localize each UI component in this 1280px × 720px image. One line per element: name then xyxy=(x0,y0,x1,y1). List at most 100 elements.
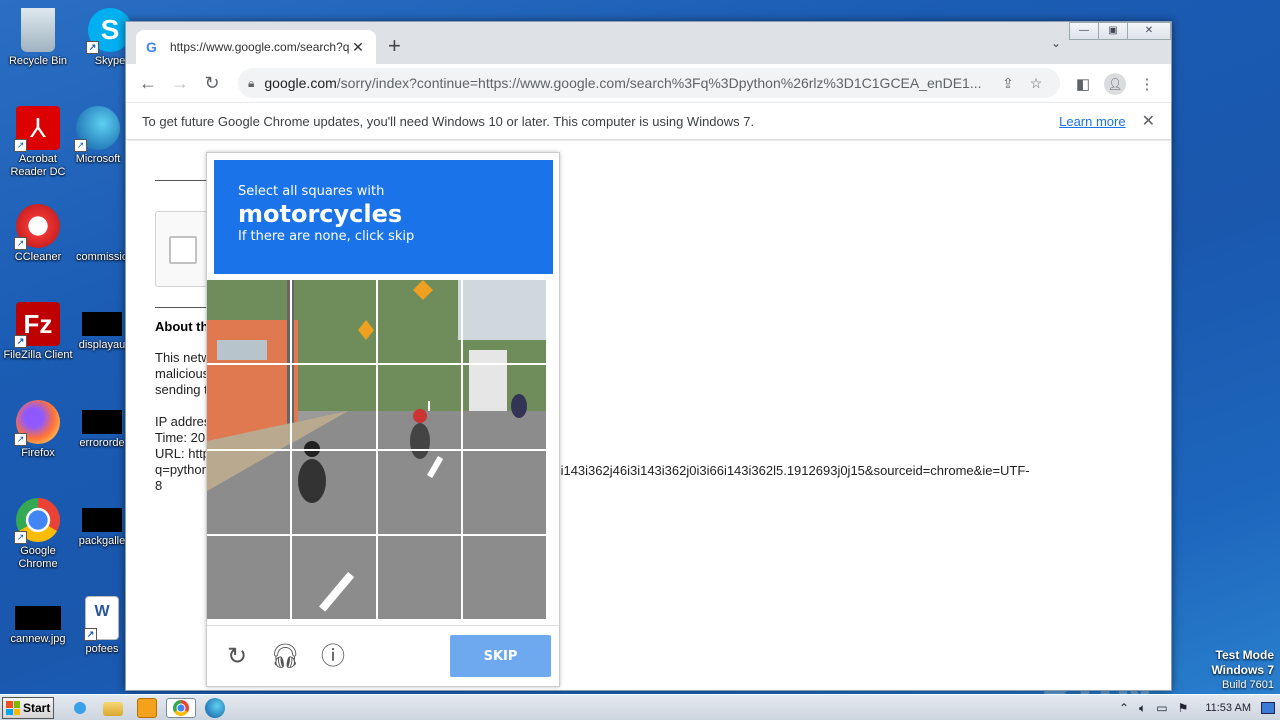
captcha-hint: If there are none, click skip xyxy=(238,229,415,244)
url-path: /sorry/index?continue=https://www.google… xyxy=(336,75,982,91)
desktop-icon-label: Google Chrome xyxy=(18,545,58,570)
info-icon[interactable]: ⓘ xyxy=(318,642,348,672)
desktop-icon-label: Microsoft xyxy=(75,153,121,165)
network-icon[interactable]: ▭ xyxy=(1156,701,1167,715)
address-bar[interactable]: 🔒︎ google.com/sorry/index?continue=https… xyxy=(238,68,1060,98)
ip-line: IP addres xyxy=(155,414,211,429)
query-line: q=python xyxy=(155,462,209,477)
url-text[interactable]: google.com/sorry/index?continue=https://… xyxy=(264,75,994,91)
captcha-tile[interactable] xyxy=(462,280,546,364)
filezilla-icon: Fz ↗ xyxy=(14,302,60,348)
captcha-tile[interactable] xyxy=(207,365,291,449)
chrome-taskbar-icon[interactable] xyxy=(166,698,196,718)
blank-file-icon xyxy=(82,410,122,434)
maximize-button[interactable]: ▣ xyxy=(1098,22,1128,40)
captcha-tile[interactable] xyxy=(462,365,546,449)
side-panel-icon[interactable]: ◧ xyxy=(1067,68,1099,100)
captcha-tile[interactable] xyxy=(292,280,376,364)
desktop-icon-label: packgalle xyxy=(78,535,126,547)
forward-button[interactable]: → xyxy=(164,67,196,99)
captcha-tile[interactable] xyxy=(292,535,376,619)
build-label: Build 7601 xyxy=(1222,679,1274,691)
desktop-icon-label: FileZilla Client xyxy=(3,349,73,361)
system-tray: ⌃ 🔈︎ ▭ ⚑ 11:53 AM xyxy=(1114,695,1280,720)
tab-strip: G https://www.google.com/search?q= ✕ + ⌄… xyxy=(126,22,1171,64)
captcha-tile[interactable] xyxy=(377,280,461,364)
minimize-button[interactable]: — xyxy=(1069,22,1099,40)
skip-button[interactable]: SKIP xyxy=(450,635,551,677)
captcha-tile[interactable] xyxy=(377,535,461,619)
document-icon xyxy=(80,204,124,248)
captcha-tile[interactable] xyxy=(207,535,291,619)
captcha-tile[interactable] xyxy=(462,535,546,619)
desktop-icon-label: Recycle Bin xyxy=(8,55,68,67)
captcha-tile[interactable] xyxy=(377,365,461,449)
start-button[interactable]: Start xyxy=(2,697,54,719)
edge-taskbar-icon[interactable] xyxy=(205,698,225,718)
desktop-icon-label: Skype xyxy=(94,55,126,67)
image-file-icon xyxy=(15,606,61,630)
captcha-footer: ↻ 🎧︎ ⓘ SKIP xyxy=(207,625,559,687)
desktop-icon-label: cannew.jpg xyxy=(10,633,66,645)
desktop-icon-recycle-bin[interactable]: Recycle Bin xyxy=(0,8,76,68)
reload-challenge-icon[interactable]: ↻ xyxy=(222,642,252,672)
para-line: sending t xyxy=(155,382,208,397)
close-window-button[interactable]: ✕ xyxy=(1127,22,1171,40)
toolbar: ← → ↻ 🔒︎ google.com/sorry/index?continue… xyxy=(126,64,1171,102)
desktop-icon-label: CCleaner xyxy=(14,251,62,263)
tab-search-dropdown-icon[interactable]: ⌄ xyxy=(1051,36,1061,50)
start-label: Start xyxy=(23,701,51,715)
captcha-instruction: Select all squares with xyxy=(238,184,385,199)
captcha-tile[interactable] xyxy=(292,450,376,534)
desktop-icon-label: pofees xyxy=(85,643,119,655)
desktop-icon-label: errororde xyxy=(79,437,125,449)
profile-button[interactable]: 👤︎ xyxy=(1099,68,1131,100)
time-line: Time: 20 xyxy=(155,430,206,445)
captcha-image-grid xyxy=(207,280,546,619)
para-line: malicious xyxy=(155,366,210,381)
volume-icon[interactable]: 🔈︎ xyxy=(1139,701,1146,716)
lock-icon[interactable]: 🔒︎ xyxy=(248,76,254,91)
share-icon[interactable]: ⇪ xyxy=(994,75,1022,92)
captcha-target: motorcycles xyxy=(238,200,403,228)
edge-icon: ↗ xyxy=(74,106,120,152)
para-line: This netw xyxy=(155,350,211,365)
tab-google-search[interactable]: G https://www.google.com/search?q= ✕ xyxy=(136,30,376,64)
captcha-tile[interactable] xyxy=(207,280,291,364)
avatar-icon: 👤︎ xyxy=(1104,73,1126,95)
recaptcha-checkbox[interactable] xyxy=(169,236,197,264)
windows-logo-icon xyxy=(6,701,20,715)
os-label: Windows 7 xyxy=(1211,663,1274,677)
test-mode-notice: Test Mode Windows 7 Build 7601 xyxy=(1211,648,1274,693)
tray-expand-icon[interactable]: ⌃ xyxy=(1119,701,1129,715)
about-paragraph: This netw malicious sending t xyxy=(155,350,211,398)
captcha-header: Select all squares with motorcycles If t… xyxy=(214,160,553,274)
audio-challenge-icon[interactable]: 🎧︎ xyxy=(270,642,300,672)
ie-icon[interactable] xyxy=(70,698,90,718)
bookmark-star-icon[interactable]: ☆ xyxy=(1022,75,1050,92)
url-line: URL: http xyxy=(155,446,210,461)
new-tab-button[interactable]: + xyxy=(388,35,401,57)
infobar-close-icon[interactable]: ✕ xyxy=(1142,111,1155,131)
reload-button[interactable]: ↻ xyxy=(196,67,228,99)
action-center-flag-icon[interactable]: ⚑ xyxy=(1178,701,1189,715)
blank-file-icon xyxy=(82,508,122,532)
tab-close-icon[interactable]: ✕ xyxy=(350,39,366,56)
captcha-tile[interactable] xyxy=(207,450,291,534)
toolbar-right: ◧ 👤︎ ⋮ xyxy=(1067,68,1163,100)
clock[interactable]: 11:53 AM xyxy=(1205,702,1251,714)
learn-more-link[interactable]: Learn more xyxy=(1059,114,1125,129)
media-player-icon[interactable] xyxy=(137,698,157,718)
captcha-tile[interactable] xyxy=(462,450,546,534)
captcha-tile[interactable] xyxy=(292,365,376,449)
url-tail-text: 3i66i143i362j46i3i143i362j0i3i66i143i362… xyxy=(536,463,1030,478)
taskbar: Start ⌃ 🔈︎ ▭ ⚑ 11:53 AM xyxy=(0,694,1280,720)
back-button[interactable]: ← xyxy=(132,67,164,99)
explorer-icon[interactable] xyxy=(103,702,123,716)
show-desktop-button[interactable] xyxy=(1261,702,1275,714)
acrobat-icon: ⅄ ↗ xyxy=(14,106,60,152)
ccleaner-icon: ↗ xyxy=(14,204,60,250)
word-doc-icon: W ↗ xyxy=(84,596,119,641)
menu-kebab-icon[interactable]: ⋮ xyxy=(1131,68,1163,100)
captcha-tile[interactable] xyxy=(377,450,461,534)
